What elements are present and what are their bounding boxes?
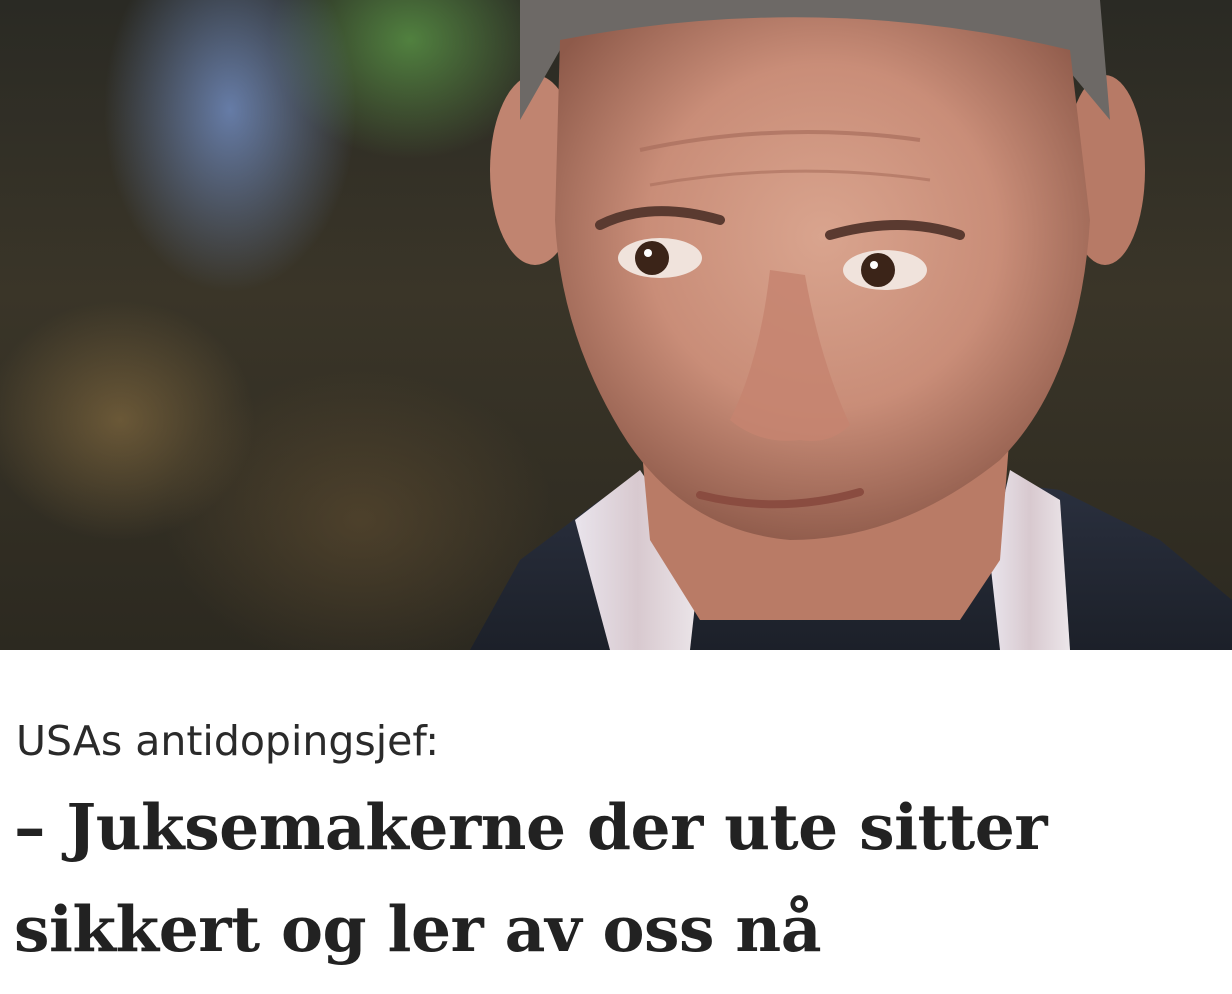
portrait-illustration [470, 0, 1232, 650]
article-teaser-link[interactable]: USAs antidopingsjef: – Juksemakerne der … [0, 0, 1232, 994]
article-photo[interactable] [0, 0, 1232, 650]
article-kicker: USAs antidopingsjef: [16, 717, 440, 765]
teaser-text: USAs antidopingsjef: – Juksemakerne der … [0, 650, 1232, 994]
article-headline[interactable]: – Juksemakerne der ute sitter sikkert og… [14, 776, 1224, 980]
